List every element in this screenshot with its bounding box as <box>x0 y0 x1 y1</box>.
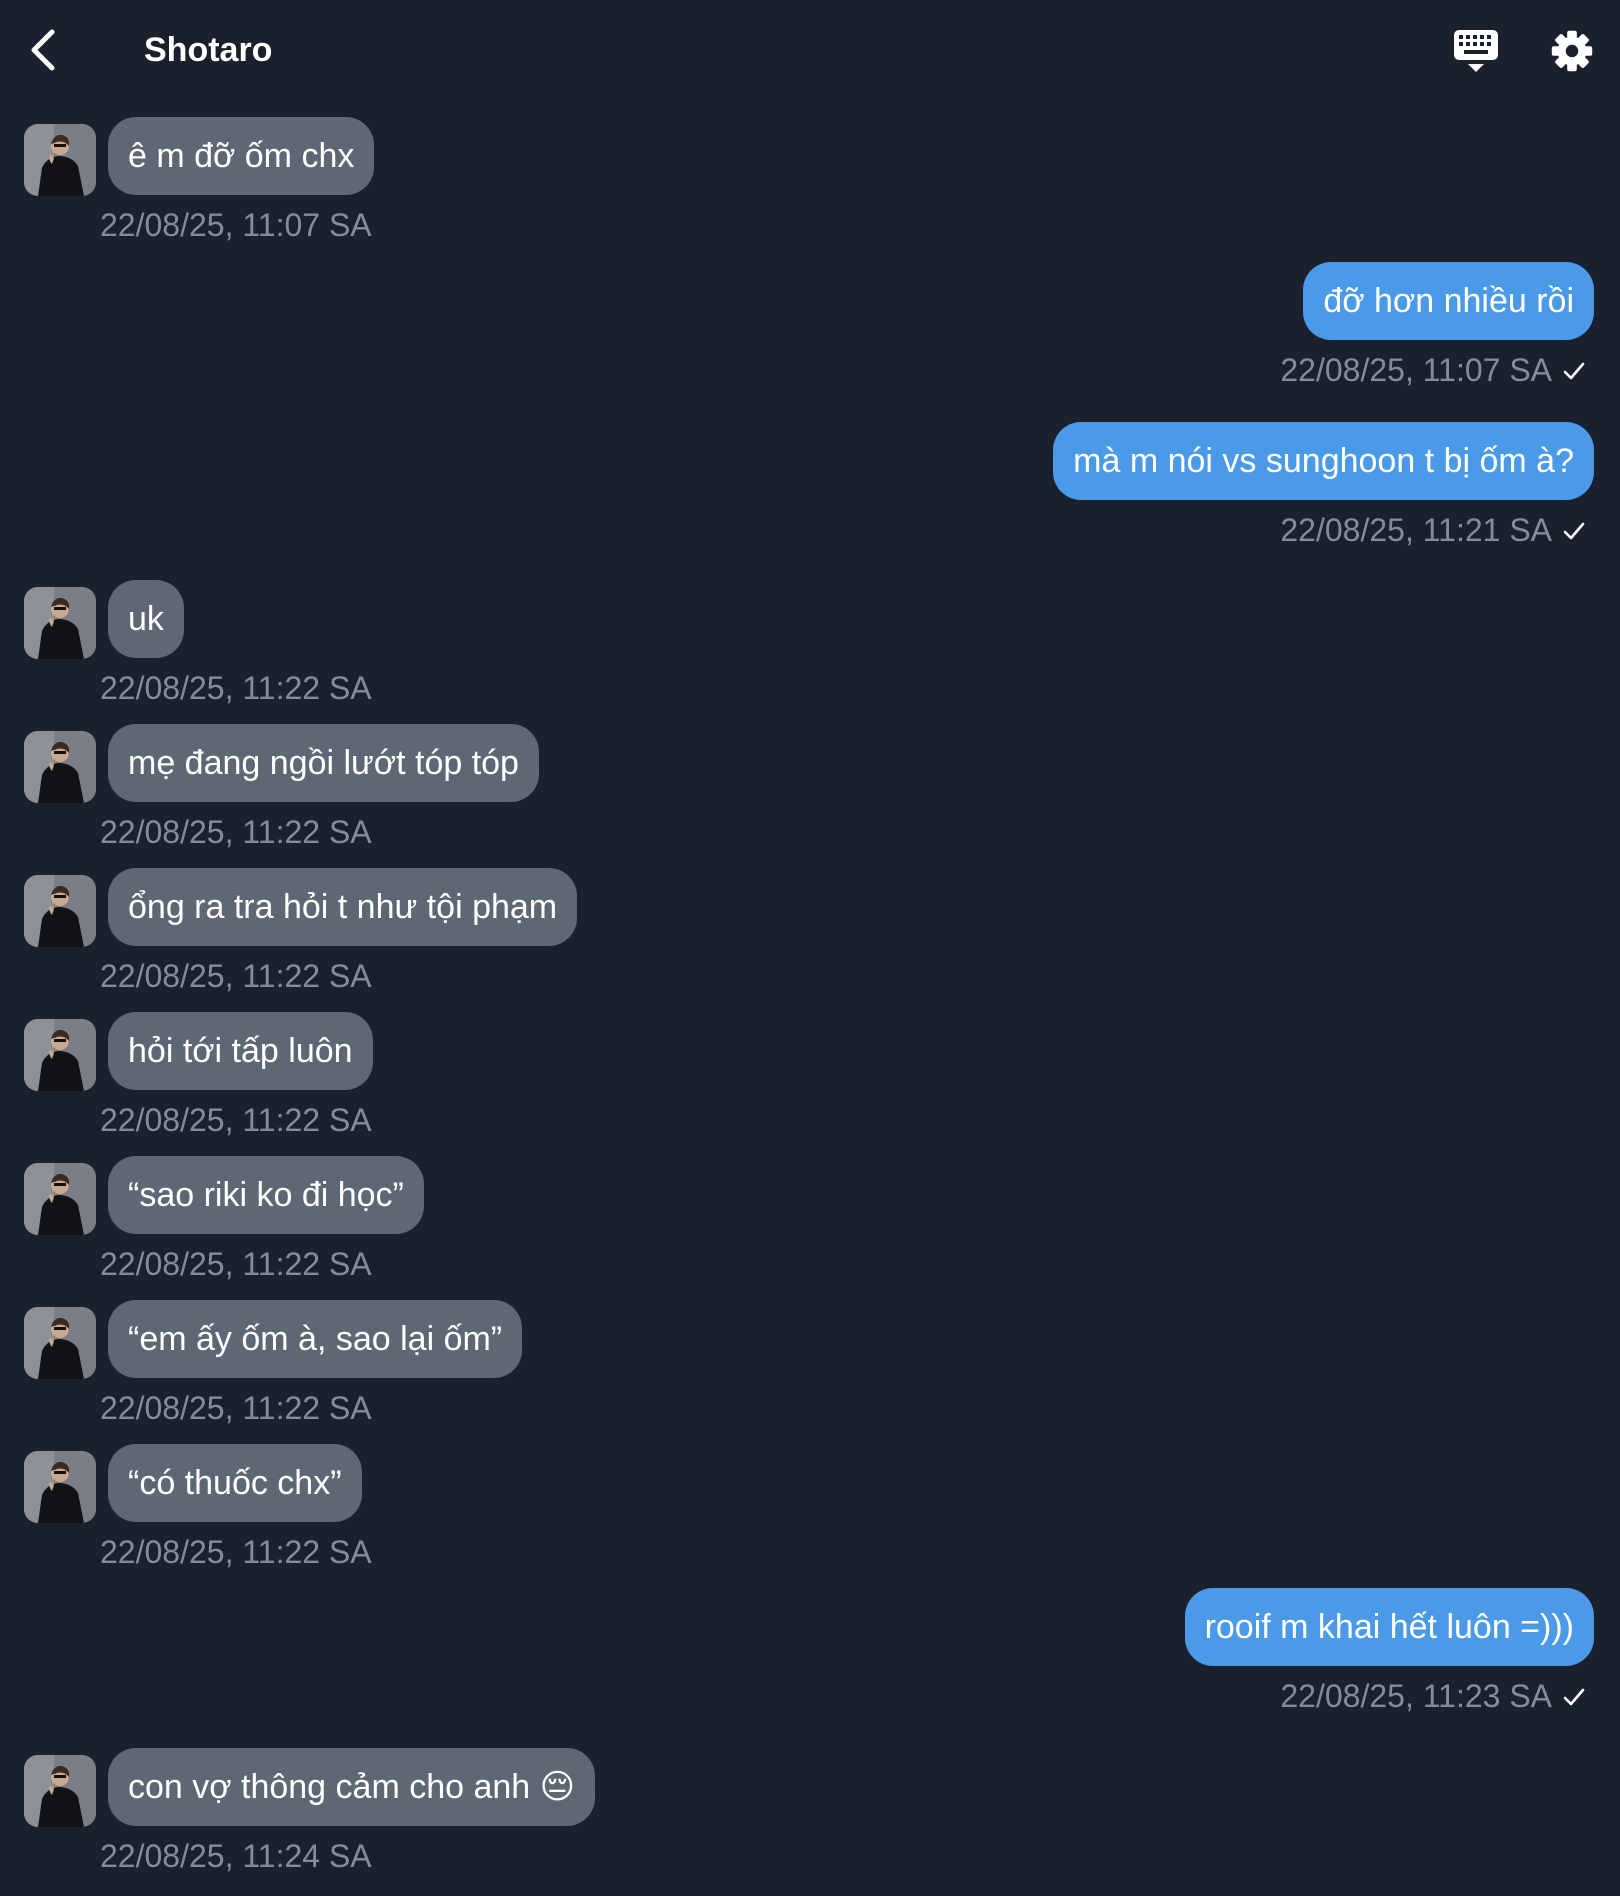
timestamp-text: 22/08/25, 11:24 SA <box>100 1838 372 1874</box>
message-timestamp: 22/08/25, 11:22 SA <box>100 956 372 996</box>
avatar[interactable] <box>24 875 96 947</box>
timestamp-text: 22/08/25, 11:23 SA <box>1280 1678 1552 1714</box>
avatar[interactable] <box>24 1163 96 1235</box>
settings-button[interactable] <box>1546 26 1598 76</box>
back-button[interactable] <box>24 26 64 74</box>
chat-title: Shotaro <box>144 31 273 69</box>
message-bubble[interactable]: “em ấy ốm à, sao lại ốm” <box>108 1300 523 1378</box>
timestamp-text: 22/08/25, 11:22 SA <box>100 1390 372 1426</box>
message-bubble[interactable]: con vợ thông cảm cho anh 😔 <box>108 1748 596 1826</box>
message-timestamp: 22/08/25, 11:22 SA <box>100 1388 372 1428</box>
timestamp-text: 22/08/25, 11:22 SA <box>100 670 372 706</box>
timestamp-text: 22/08/25, 11:22 SA <box>100 958 372 994</box>
avatar[interactable] <box>24 1755 96 1827</box>
message-timestamp: 22/08/25, 11:21 SA <box>1280 510 1586 552</box>
message-timestamp: 22/08/25, 11:22 SA <box>100 812 372 852</box>
message-timestamp: 22/08/25, 11:22 SA <box>100 668 372 708</box>
timestamp-text: 22/08/25, 11:07 SA <box>1280 352 1552 388</box>
avatar[interactable] <box>24 124 96 196</box>
message-timestamp: 22/08/25, 11:23 SA <box>1280 1676 1586 1718</box>
message-bubble[interactable]: ê m đỡ ốm chx <box>108 117 375 195</box>
message-bubble[interactable]: ổng ra tra hỏi t như tội phạm <box>108 868 578 946</box>
keyboard-button[interactable] <box>1450 26 1502 76</box>
message-timestamp: 22/08/25, 11:22 SA <box>100 1532 372 1572</box>
message-timestamp: 22/08/25, 11:24 SA <box>100 1836 372 1876</box>
message-timestamp: 22/08/25, 11:22 SA <box>100 1100 372 1140</box>
message-bubble[interactable]: “sao riki ko đi học” <box>108 1156 424 1234</box>
message-bubble[interactable]: uk <box>108 580 184 658</box>
timestamp-text: 22/08/25, 11:22 SA <box>100 814 372 850</box>
avatar[interactable] <box>24 1451 96 1523</box>
avatar[interactable] <box>24 1307 96 1379</box>
message-bubble[interactable]: hỏi tới tấp luôn <box>108 1012 373 1090</box>
timestamp-text: 22/08/25, 11:22 SA <box>100 1534 372 1570</box>
message-bubble[interactable]: “có thuốc chx” <box>108 1444 362 1522</box>
gear-icon <box>1551 30 1593 72</box>
avatar[interactable] <box>24 1019 96 1091</box>
avatar[interactable] <box>24 731 96 803</box>
chat-header: Shotaro <box>0 0 1620 100</box>
timestamp-text: 22/08/25, 11:21 SA <box>1280 512 1552 548</box>
message-bubble[interactable]: rooif m khai hết luôn =))) <box>1184 1588 1594 1666</box>
message-bubble[interactable]: mẹ đang ngồi lướt tóp tóp <box>108 724 539 802</box>
sent-check-icon <box>1562 352 1586 392</box>
chevron-left-icon <box>31 29 55 71</box>
timestamp-text: 22/08/25, 11:07 SA <box>100 207 372 243</box>
message-bubble[interactable]: đỡ hơn nhiều rồi <box>1303 262 1594 340</box>
message-timestamp: 22/08/25, 11:07 SA <box>1280 350 1586 392</box>
avatar[interactable] <box>24 587 96 659</box>
keyboard-icon <box>1454 30 1498 72</box>
message-bubble[interactable]: mà m nói vs sunghoon t bị ốm à? <box>1053 422 1594 500</box>
message-timestamp: 22/08/25, 11:07 SA <box>100 205 372 245</box>
sent-check-icon <box>1562 1678 1586 1718</box>
message-timestamp: 22/08/25, 11:22 SA <box>100 1244 372 1284</box>
sent-check-icon <box>1562 512 1586 552</box>
timestamp-text: 22/08/25, 11:22 SA <box>100 1246 372 1282</box>
timestamp-text: 22/08/25, 11:22 SA <box>100 1102 372 1138</box>
